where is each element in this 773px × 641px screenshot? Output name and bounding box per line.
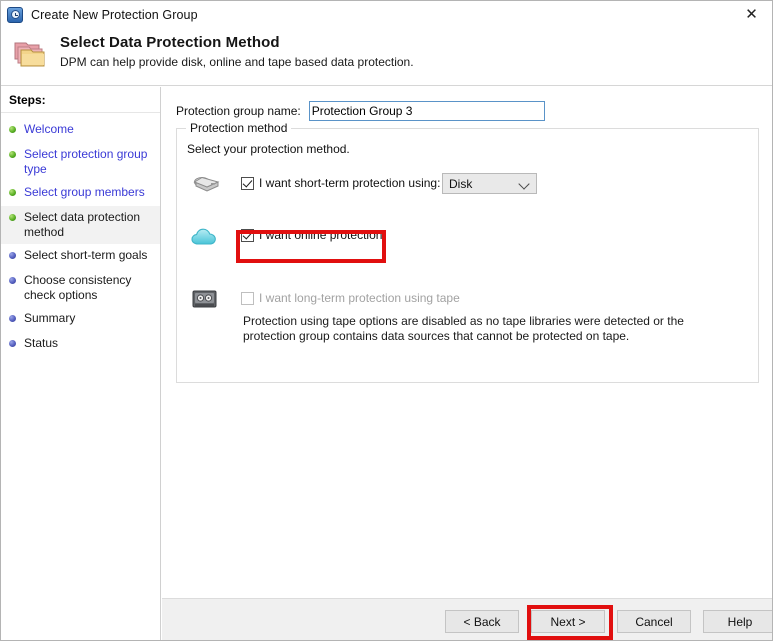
short-term-media-value: Disk — [449, 176, 473, 191]
step-label: Choose consistency check options — [24, 273, 132, 302]
step-label: Status — [24, 336, 59, 350]
step-bullet-icon — [9, 151, 16, 158]
step-bullet-icon — [9, 214, 16, 221]
cancel-button[interactable]: Cancel — [617, 610, 691, 633]
disk-drive-icon — [193, 173, 221, 197]
steps-list: Welcome Select protection group type Sel… — [1, 113, 160, 357]
protection-group-name-input[interactable] — [308, 101, 545, 121]
steps-sidebar: Steps: Welcome Select protection group t… — [1, 87, 161, 640]
step-label: Select short-term goals — [24, 248, 148, 262]
online-protection-label[interactable]: I want online protection — [259, 229, 382, 242]
sidebar-item-select-group-members[interactable]: Select group members — [1, 181, 160, 206]
short-term-protection-label[interactable]: I want short-term protection using: — [259, 177, 440, 190]
step-bullet-icon — [9, 340, 16, 347]
long-term-protection-label: I want long-term protection using tape — [259, 291, 460, 305]
long-term-protection-checkbox — [241, 292, 254, 305]
window-title: Create New Protection Group — [31, 7, 198, 22]
short-term-media-dropdown[interactable]: Disk — [442, 173, 537, 194]
sidebar-item-welcome[interactable]: Welcome — [1, 118, 160, 143]
folder-stack-icon — [13, 37, 51, 69]
step-label: Select group members — [24, 185, 145, 199]
back-button[interactable]: < Back — [445, 610, 519, 633]
help-button[interactable]: Help — [703, 610, 772, 633]
page-title: Select Data Protection Method — [60, 34, 280, 51]
online-protection-checkbox[interactable] — [241, 229, 254, 242]
step-bullet-icon — [9, 252, 16, 259]
step-label: Select data protection method — [24, 210, 141, 239]
steps-heading: Steps: — [1, 87, 160, 113]
step-bullet-icon — [9, 277, 16, 284]
step-bullet-icon — [9, 189, 16, 196]
wizard-footer: < Back Next > Cancel Help — [162, 598, 772, 640]
groupbox-intro: Select your protection method. — [187, 142, 350, 156]
chevron-down-icon — [518, 178, 530, 190]
protection-group-name-label: Protection group name: — [176, 104, 301, 118]
wizard-header: Select Data Protection Method DPM can he… — [1, 28, 772, 86]
create-protection-group-window: Create New Protection Group ✕ Select Dat… — [0, 0, 773, 641]
cloud-icon — [191, 225, 219, 249]
step-bullet-icon — [9, 126, 16, 133]
title-bar: Create New Protection Group ✕ — [1, 1, 772, 28]
main-panel: Protection group name: Protection method… — [162, 87, 772, 598]
sidebar-item-choose-consistency-check-options[interactable]: Choose consistency check options — [1, 269, 160, 307]
step-bullet-icon — [9, 315, 16, 322]
sidebar-item-summary[interactable]: Summary — [1, 307, 160, 332]
step-label: Select protection group type — [24, 147, 148, 176]
groupbox-title: Protection method — [186, 121, 292, 135]
close-icon[interactable]: ✕ — [729, 1, 772, 27]
sidebar-item-status[interactable]: Status — [1, 332, 160, 357]
step-label: Welcome — [24, 122, 74, 136]
protection-group-name-row: Protection group name: — [176, 101, 545, 121]
protection-method-groupbox: Protection method Select your protection… — [176, 121, 759, 383]
tape-cartridge-icon — [191, 288, 219, 312]
long-term-protection-note: Protection using tape options are disabl… — [243, 314, 684, 343]
screenshot-artifact — [710, 240, 720, 250]
next-button[interactable]: Next > — [531, 610, 605, 633]
step-label: Summary — [24, 311, 76, 325]
sidebar-item-select-protection-group-type[interactable]: Select protection group type — [1, 143, 160, 181]
sidebar-item-select-data-protection-method[interactable]: Select data protection method — [1, 206, 160, 244]
clock-icon — [7, 6, 23, 23]
short-term-protection-checkbox[interactable] — [241, 177, 254, 190]
sidebar-item-select-short-term-goals[interactable]: Select short-term goals — [1, 244, 160, 269]
page-subtitle: DPM can help provide disk, online and ta… — [60, 55, 414, 69]
